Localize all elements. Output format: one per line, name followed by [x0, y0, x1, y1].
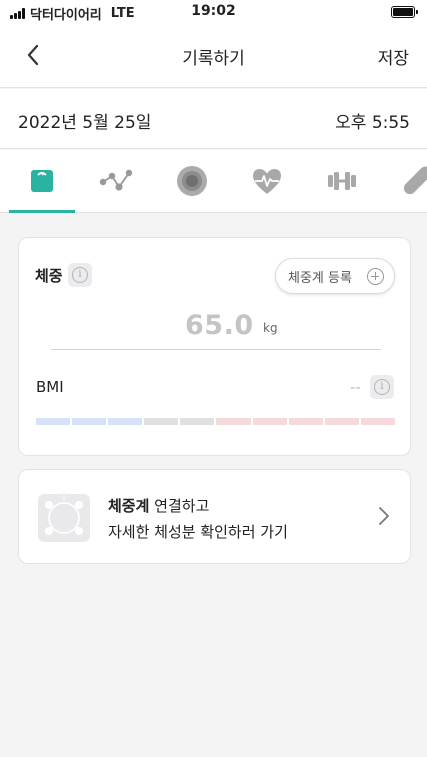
- nav-bar: 기록하기 저장: [0, 24, 427, 88]
- weight-input[interactable]: 65.0: [185, 310, 254, 341]
- bmi-scale-segment: [144, 418, 179, 425]
- info-icon: i: [374, 379, 390, 395]
- tab-heart[interactable]: [247, 164, 287, 198]
- register-scale-label: 체중계 등록: [288, 270, 352, 286]
- save-button[interactable]: 저장: [378, 44, 409, 69]
- heart-pulse-icon: [253, 169, 281, 194]
- plus-circle-icon: [367, 268, 384, 285]
- bmi-scale-segment: [360, 418, 395, 425]
- battery-icon: [391, 6, 418, 18]
- bmi-label: BMI: [36, 378, 64, 396]
- register-scale-button[interactable]: 체중계 등록: [275, 258, 395, 294]
- bmi-scale-segment: [216, 418, 251, 425]
- tab-medicine[interactable]: [397, 164, 427, 198]
- date-picker[interactable]: 2022년 5월 25일: [18, 108, 151, 133]
- active-tab-indicator: [9, 210, 75, 213]
- bmi-scale-segment: [252, 418, 287, 425]
- bmi-info-button[interactable]: i: [370, 375, 394, 399]
- weight-unit: kg: [263, 321, 278, 335]
- scale-icon: [31, 170, 53, 192]
- pill-icon: [403, 166, 427, 195]
- dumbbell-icon: [328, 172, 356, 190]
- connect-title: 체중계 연결하고: [108, 495, 209, 516]
- time-picker[interactable]: 오후 5:55: [335, 108, 410, 133]
- info-icon: i: [72, 267, 88, 283]
- connected-dots-icon: [99, 169, 133, 191]
- tab-target[interactable]: [172, 164, 212, 198]
- weight-card: 체중 i 체중계 등록 65.0 kg BMI -- i: [18, 237, 411, 456]
- weight-info-button[interactable]: i: [68, 263, 92, 287]
- connect-subtitle: 자세한 체성분 확인하러 가기: [108, 523, 288, 541]
- status-time: 19:02: [191, 3, 236, 19]
- bmi-scale-bar: [36, 418, 395, 425]
- datetime-row: 2022년 5월 25일 오후 5:55: [0, 89, 427, 149]
- weight-input-underline: [51, 349, 381, 350]
- category-tabs: [0, 150, 427, 213]
- bmi-scale-segment: [180, 418, 215, 425]
- bmi-scale-segment: [36, 418, 71, 425]
- bmi-scale-segment: [72, 418, 107, 425]
- weight-title: 체중: [35, 267, 63, 285]
- connect-title-bold: 체중계: [108, 497, 150, 515]
- tab-exercise[interactable]: [322, 164, 362, 198]
- circle-target-icon: [177, 166, 207, 196]
- bmi-scale-segment: [324, 418, 359, 425]
- bmi-value: --: [350, 378, 361, 396]
- smart-scale-icon: [38, 492, 90, 542]
- connect-scale-card[interactable]: 체중계 연결하고 자세한 체성분 확인하러 가기: [18, 469, 411, 564]
- status-bar: 닥터다이어리 LTE 19:02: [0, 0, 427, 24]
- connect-title-rest: 연결하고: [149, 497, 210, 515]
- chevron-right-icon: [379, 507, 389, 525]
- bmi-scale-segment: [108, 418, 143, 425]
- tab-activity[interactable]: [97, 164, 137, 198]
- page-title: 기록하기: [182, 49, 245, 69]
- tab-weight[interactable]: [22, 164, 62, 198]
- bmi-scale-segment: [288, 418, 323, 425]
- back-icon[interactable]: [22, 42, 46, 68]
